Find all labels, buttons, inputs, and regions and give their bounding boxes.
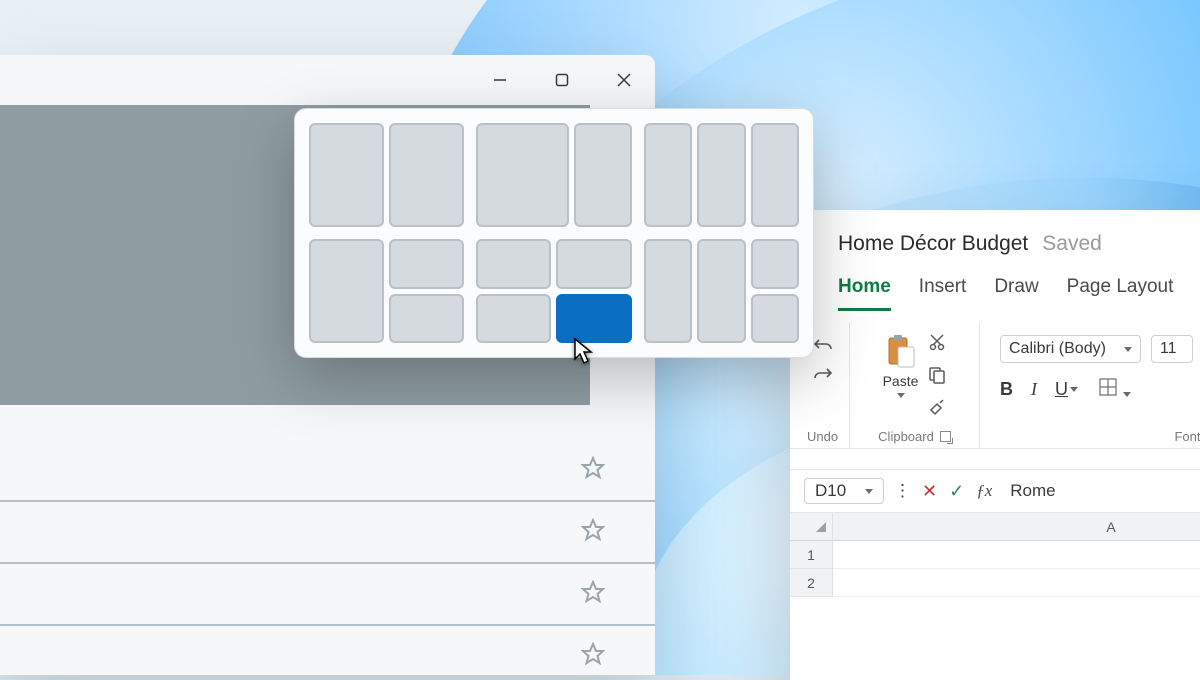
cell[interactable] bbox=[833, 569, 1200, 597]
dialog-launcher-icon[interactable] bbox=[940, 431, 951, 442]
snap-layouts-flyout bbox=[294, 108, 814, 358]
underline-button[interactable]: U bbox=[1055, 379, 1078, 400]
snap-zone[interactable] bbox=[751, 294, 799, 344]
document-title: Home Décor Budget bbox=[838, 232, 1028, 256]
row-header[interactable]: 1 bbox=[790, 541, 832, 569]
tab-home[interactable]: Home bbox=[838, 276, 891, 311]
format-painter-icon[interactable] bbox=[928, 399, 946, 422]
cell[interactable] bbox=[833, 541, 1200, 569]
redo-icon[interactable] bbox=[813, 366, 833, 385]
more-icon[interactable]: ⋮ bbox=[894, 481, 912, 501]
snap-layout-quad[interactable] bbox=[476, 239, 631, 343]
snap-layout-left-tall-right-stack[interactable] bbox=[309, 239, 464, 343]
chevron-down-icon bbox=[865, 489, 873, 494]
undo-icon[interactable] bbox=[813, 337, 833, 356]
formula-value[interactable]: Rome bbox=[1010, 481, 1055, 501]
snap-zone[interactable] bbox=[644, 123, 692, 227]
paste-button[interactable]: Paste bbox=[883, 333, 919, 398]
chevron-down-icon bbox=[1123, 392, 1131, 397]
font-size-select[interactable]: 11 bbox=[1151, 335, 1193, 363]
borders-button[interactable] bbox=[1098, 377, 1131, 402]
chevron-down-icon bbox=[1124, 347, 1132, 352]
snap-zone[interactable] bbox=[644, 239, 692, 343]
star-icon[interactable] bbox=[581, 518, 605, 547]
snap-zone[interactable] bbox=[751, 239, 799, 289]
paste-icon bbox=[886, 333, 916, 369]
ribbon-group-label: Font bbox=[1174, 429, 1200, 444]
ribbon-group-label: Clipboard bbox=[878, 429, 951, 444]
fx-icon[interactable]: ƒx bbox=[976, 481, 992, 501]
snap-layout-split-2[interactable] bbox=[309, 123, 464, 227]
copy-icon[interactable] bbox=[928, 366, 946, 389]
snap-zone[interactable] bbox=[389, 239, 464, 289]
formula-enter-icon[interactable]: ✓ bbox=[949, 481, 964, 502]
snap-zone[interactable] bbox=[389, 123, 464, 227]
snap-zone[interactable] bbox=[476, 294, 551, 344]
ribbon-group-label: Undo bbox=[807, 429, 838, 444]
snap-zone-selected[interactable] bbox=[556, 294, 631, 344]
chevron-down-icon bbox=[1070, 387, 1078, 392]
window-titlebar bbox=[0, 55, 655, 105]
snap-zone[interactable] bbox=[476, 123, 569, 227]
snap-zone[interactable] bbox=[751, 123, 799, 227]
snap-zone[interactable] bbox=[697, 123, 745, 227]
italic-button[interactable]: I bbox=[1031, 379, 1037, 400]
tab-page-layout[interactable]: Page Layout bbox=[1067, 276, 1174, 311]
chevron-down-icon bbox=[897, 393, 905, 398]
bold-button[interactable]: B bbox=[1000, 379, 1013, 400]
ribbon-group-font: Calibri (Body) 11 B I U bbox=[980, 323, 1200, 448]
list-item[interactable] bbox=[0, 440, 655, 502]
star-icon[interactable] bbox=[581, 456, 605, 485]
list-item[interactable] bbox=[0, 502, 655, 564]
snap-zone[interactable] bbox=[697, 239, 745, 343]
star-icon[interactable] bbox=[581, 642, 605, 671]
excel-window: Home Décor Budget Saved Home Insert Draw… bbox=[790, 210, 1200, 680]
snap-layout-split-3[interactable] bbox=[644, 123, 799, 227]
tab-insert[interactable]: Insert bbox=[919, 276, 967, 311]
close-button[interactable] bbox=[599, 60, 649, 100]
list-item[interactable] bbox=[0, 564, 655, 626]
snap-zone[interactable] bbox=[309, 239, 384, 343]
tab-draw[interactable]: Draw bbox=[994, 276, 1038, 311]
cut-icon[interactable] bbox=[928, 333, 946, 356]
ribbon-tabs: Home Insert Draw Page Layout bbox=[790, 264, 1200, 311]
ribbon-group-clipboard: Paste Clipboard bbox=[850, 323, 980, 448]
list-item[interactable] bbox=[0, 626, 655, 675]
font-name-select[interactable]: Calibri (Body) bbox=[1000, 335, 1141, 363]
excel-titlebar: Home Décor Budget Saved bbox=[790, 210, 1200, 264]
row-header[interactable]: 2 bbox=[790, 569, 832, 597]
snap-zone[interactable] bbox=[476, 239, 551, 289]
save-state: Saved bbox=[1042, 232, 1102, 256]
snap-layout-split-2-left-wide[interactable] bbox=[476, 123, 631, 227]
snap-zone[interactable] bbox=[574, 123, 632, 227]
formula-bar: D10 ⋮ ✕ ✓ ƒx Rome bbox=[790, 469, 1200, 513]
snap-layout-center-wide[interactable] bbox=[644, 239, 799, 343]
select-all-cell[interactable] bbox=[790, 513, 832, 541]
sheet-grid[interactable]: 1 2 A bbox=[790, 513, 1200, 597]
snap-zone[interactable] bbox=[309, 123, 384, 227]
snap-zone[interactable] bbox=[556, 239, 631, 289]
list-area bbox=[0, 440, 655, 675]
snap-zone[interactable] bbox=[389, 294, 464, 344]
star-icon[interactable] bbox=[581, 580, 605, 609]
formula-cancel-icon[interactable]: ✕ bbox=[922, 481, 937, 502]
maximize-button[interactable] bbox=[537, 60, 587, 100]
name-box[interactable]: D10 bbox=[804, 478, 884, 504]
ribbon: Undo Paste bbox=[790, 317, 1200, 449]
column-header[interactable]: A bbox=[833, 513, 1200, 541]
minimize-button[interactable] bbox=[475, 60, 525, 100]
